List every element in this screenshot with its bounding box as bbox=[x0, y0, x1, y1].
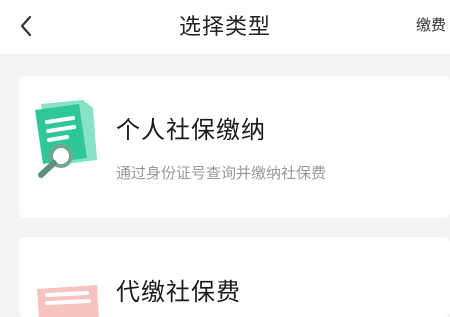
top-nav-bar: 选择类型 缴费 bbox=[0, 0, 450, 55]
document-icon bbox=[27, 279, 109, 317]
page-title: 选择类型 bbox=[178, 15, 271, 40]
card-subtitle: 通过身份证号查询并缴纳社保费 bbox=[116, 164, 327, 182]
proxy-payment-card[interactable]: 代缴社保费 bbox=[19, 237, 450, 317]
payment-link[interactable]: 缴费 bbox=[416, 14, 446, 35]
personal-social-security-card[interactable]: 个人社保缴纳 通过身份证号查询并缴纳社保费 bbox=[19, 76, 450, 218]
card-title: 个人社保缴纳 bbox=[116, 116, 266, 144]
document-search-icon bbox=[27, 98, 109, 178]
card-title: 代缴社保费 bbox=[116, 278, 241, 306]
